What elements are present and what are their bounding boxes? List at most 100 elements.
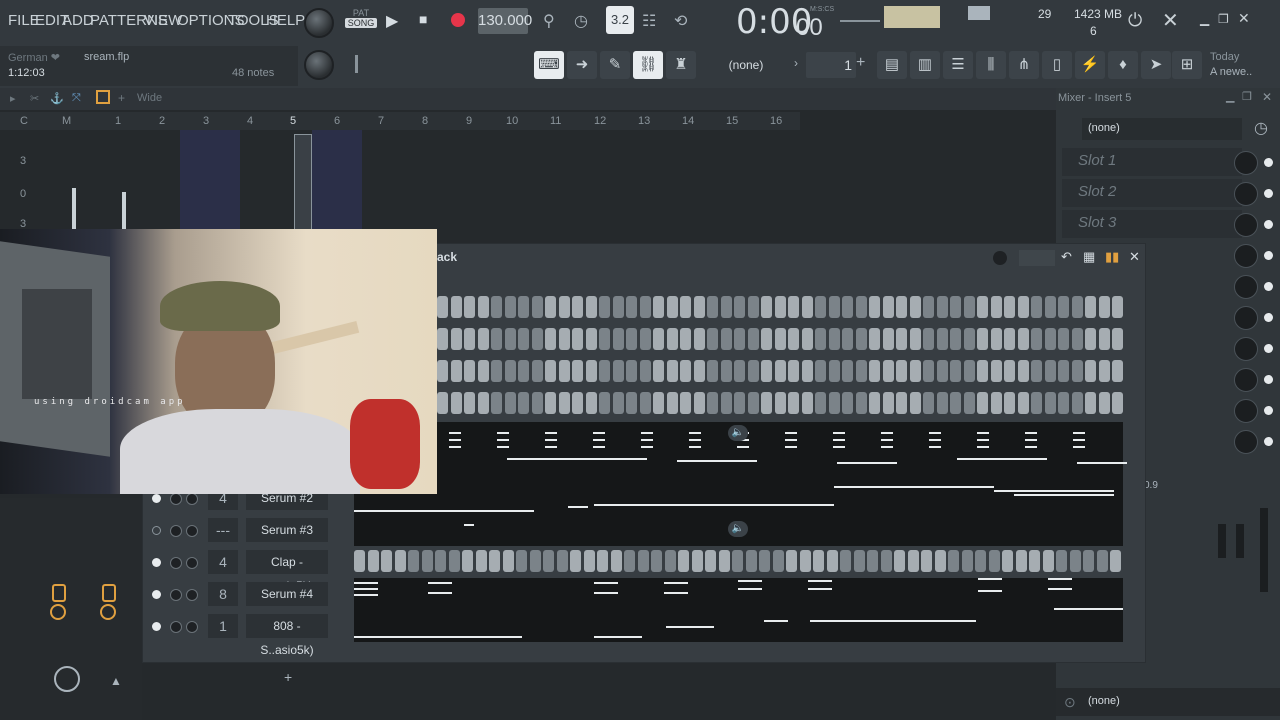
step-button[interactable] (489, 550, 500, 572)
step-button[interactable] (585, 392, 597, 414)
mixer-slot[interactable]: Slot 2 (1062, 179, 1242, 207)
channel-mixer-track[interactable]: --- (208, 518, 238, 542)
up-arrow-icon[interactable]: ▲ (110, 674, 122, 688)
step-button[interactable] (545, 328, 556, 350)
step-button[interactable] (693, 392, 705, 414)
step-button[interactable] (786, 550, 797, 572)
step-button[interactable] (491, 360, 502, 382)
step-button[interactable] (680, 296, 691, 318)
step-button[interactable] (450, 360, 462, 382)
step-button[interactable] (720, 360, 732, 382)
slot-enable-led[interactable] (1264, 282, 1273, 291)
step-button[interactable] (464, 392, 475, 414)
step-button[interactable] (477, 296, 489, 318)
step-button[interactable] (975, 550, 986, 572)
play-button[interactable]: ▶ (386, 11, 398, 31)
step-button[interactable] (599, 296, 610, 318)
step-edit-icon[interactable]: ☷ (642, 11, 656, 31)
step-button[interactable] (855, 360, 867, 382)
pat-song-switch[interactable]: PAT SONG (345, 8, 377, 36)
step-button[interactable] (1071, 296, 1083, 318)
step-button[interactable] (747, 392, 759, 414)
step-button[interactable] (705, 550, 716, 572)
step-button[interactable] (1042, 550, 1054, 572)
step-button[interactable] (759, 550, 770, 572)
step-button[interactable] (653, 296, 664, 318)
step-button[interactable] (653, 360, 664, 382)
step-button[interactable] (664, 550, 676, 572)
step-button[interactable] (867, 550, 878, 572)
step-button[interactable] (774, 296, 786, 318)
step-button[interactable] (1112, 296, 1123, 318)
step-button[interactable] (734, 392, 745, 414)
step-button[interactable] (394, 550, 406, 572)
step-button[interactable] (1017, 392, 1029, 414)
step-button[interactable] (626, 360, 637, 382)
rack-close-icon[interactable]: ✕ (1129, 249, 1140, 265)
step-button[interactable] (639, 296, 651, 318)
step-button[interactable] (840, 550, 851, 572)
step-button[interactable] (963, 296, 975, 318)
step-button[interactable] (504, 392, 516, 414)
playlist-icon[interactable]: ▤ (877, 51, 907, 79)
step-button[interactable] (961, 550, 973, 572)
step-button[interactable] (907, 550, 919, 572)
step-button[interactable] (437, 392, 448, 414)
step-button[interactable] (828, 328, 840, 350)
step-button[interactable] (585, 360, 597, 382)
step-button[interactable] (1058, 360, 1069, 382)
step-button[interactable] (1098, 360, 1110, 382)
step-button[interactable] (1071, 392, 1083, 414)
tempo-display[interactable]: 130.000 (478, 8, 532, 34)
step-button[interactable] (1004, 328, 1015, 350)
step-button[interactable] (545, 392, 556, 414)
step-button[interactable] (491, 296, 502, 318)
step-button[interactable] (491, 392, 502, 414)
step-button[interactable] (720, 392, 732, 414)
step-button[interactable] (680, 392, 691, 414)
playlist-snap-icon[interactable] (96, 90, 110, 104)
slot-enable-led[interactable] (1264, 313, 1273, 322)
step-button[interactable] (367, 550, 379, 572)
step-button[interactable] (990, 360, 1002, 382)
step-button[interactable] (882, 360, 894, 382)
slot-enable-led[interactable] (1264, 251, 1273, 260)
step-button[interactable] (788, 296, 799, 318)
step-button[interactable] (801, 328, 813, 350)
close-icon[interactable]: ✕ (1238, 10, 1250, 27)
slot-mix-knob[interactable] (1234, 399, 1258, 423)
mixer-slot[interactable]: Slot 1 (1062, 148, 1242, 176)
step-button[interactable] (381, 550, 392, 572)
channel-pan-knob[interactable] (170, 525, 182, 537)
step-button[interactable] (408, 550, 419, 572)
playlist-tools-icon[interactable]: ✂ (30, 92, 39, 105)
step-button[interactable] (707, 360, 718, 382)
playlist-magnet-icon[interactable]: ⚓ (50, 92, 64, 105)
step-button[interactable] (1058, 296, 1069, 318)
step-row[interactable] (354, 550, 1124, 576)
step-button[interactable] (693, 328, 705, 350)
plugin-icon[interactable]: ⚡ (1075, 51, 1105, 79)
online-icon[interactable]: ⏻ (1128, 10, 1142, 31)
stop-button[interactable]: ■ (419, 11, 427, 27)
add-pattern-button[interactable]: + (856, 54, 865, 72)
add-channel-button[interactable]: + (284, 669, 292, 685)
step-button[interactable] (1085, 360, 1096, 382)
step-row[interactable] (437, 392, 1125, 418)
step-button[interactable] (772, 550, 784, 572)
step-button[interactable] (948, 550, 959, 572)
step-button[interactable] (624, 550, 635, 572)
step-button[interactable] (1083, 550, 1094, 572)
step-button[interactable] (693, 360, 705, 382)
step-button[interactable] (815, 328, 826, 350)
step-button[interactable] (558, 392, 570, 414)
step-button[interactable] (880, 550, 892, 572)
step-button[interactable] (1071, 360, 1083, 382)
channel-mixer-track[interactable]: 8 (208, 582, 238, 606)
step-button[interactable] (437, 360, 448, 382)
step-button[interactable] (1044, 328, 1056, 350)
step-button[interactable] (1069, 550, 1081, 572)
step-button[interactable] (815, 296, 826, 318)
step-button[interactable] (599, 328, 610, 350)
fader-track[interactable] (1236, 524, 1244, 558)
